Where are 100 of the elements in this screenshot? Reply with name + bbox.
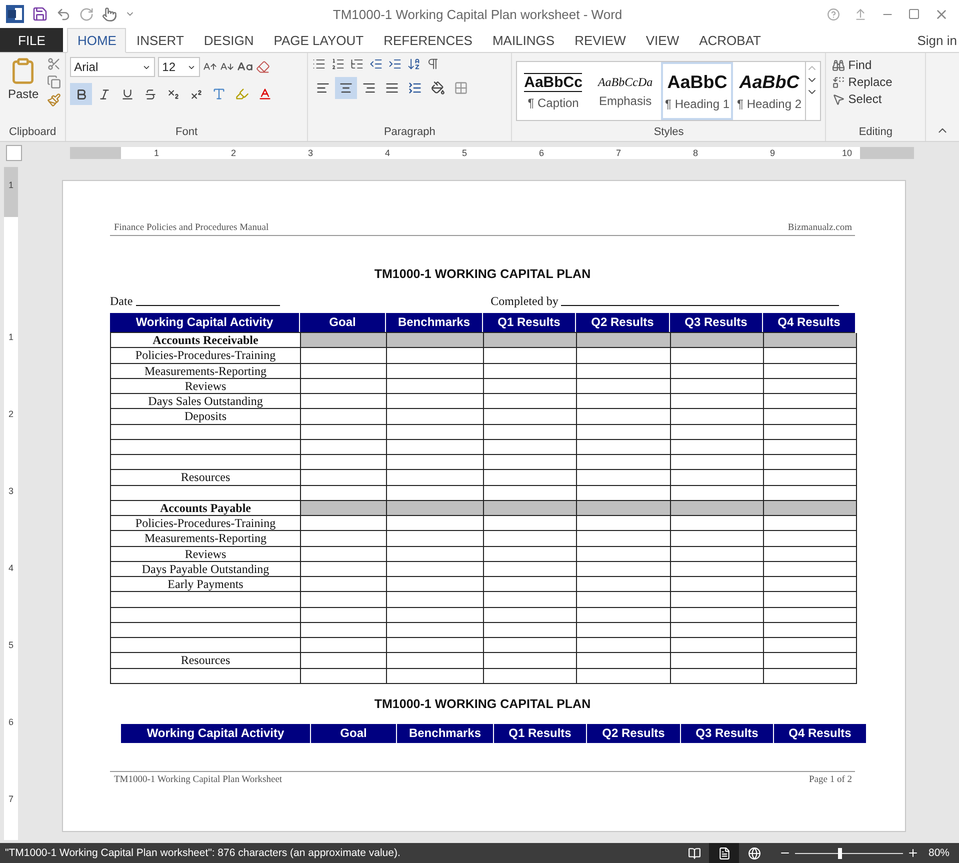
column-header: Q1 Results [483,313,576,332]
pointer-icon [832,92,846,106]
undo-icon[interactable] [56,6,71,22]
pilcrow-icon[interactable] [426,57,440,71]
text-effects-icon [212,87,226,101]
ribbon-tab[interactable]: HOME [67,28,126,53]
footer-text: Page 1 of 2 [808,775,852,785]
paste-button[interactable]: Paste [4,57,43,125]
bold-button[interactable] [70,83,92,105]
copy-icon[interactable] [46,75,61,89]
ribbon-tab[interactable]: INSERT [126,28,194,52]
column-header: Q4 Results [774,724,867,743]
bold-icon [74,88,88,100]
table-cell: Accounts Receivable [111,333,301,348]
sign-in-link[interactable]: Sign in [917,32,959,48]
zoom-level: 80% [927,847,950,859]
document-title: TM1000-1 WORKING CAPITAL PLAN [373,696,592,711]
align-center-icon [338,81,353,95]
line-spacing-icon [408,81,422,95]
globe-icon [748,846,760,860]
table-cell: Resources [111,653,301,668]
vertical-ruler: 1 1 2 3 4 5 6 7 [4,167,18,840]
touch-icon[interactable] [102,6,117,22]
maximize-icon[interactable] [908,8,920,20]
column-header: Goal [311,724,397,743]
align-left-icon [316,81,330,95]
table-cell: Deposits [111,409,301,424]
italic-icon [98,88,111,100]
borders-icon [454,81,468,95]
format-painter-icon[interactable] [46,93,61,107]
horizontal-ruler: 1 2 3 4 5 6 7 8 9 10 [70,147,914,159]
group-label: Editing [858,125,894,140]
table-cell: Reviews [111,546,301,562]
table-cell: Policies-Procedures-Training [111,348,301,364]
justify-icon [384,81,399,95]
strikethrough-icon [144,88,157,100]
zoom-in-icon[interactable] [907,847,919,859]
column-header: Working Capital Activity [121,724,311,743]
editing-button[interactable]: Replace [830,74,894,90]
column-header: Q3 Results [670,313,763,332]
table-cell: Accounts Payable [111,500,301,516]
book-icon [688,846,700,860]
footer-text: TM1000-1 Working Capital Plan Worksheet [114,775,282,785]
zoom-slider-thumb[interactable] [838,848,842,858]
paint-bucket-icon [430,81,445,95]
column-header: Goal [300,313,386,332]
ribbon-tab[interactable]: VIEW [636,28,690,52]
superscript-icon [190,88,203,100]
table-cell: Resources [111,470,301,486]
ribbon-tab[interactable]: ACROBAT [689,28,771,52]
column-header: Q2 Results [587,724,681,743]
ribbon-tab[interactable]: REFERENCES [374,28,482,52]
group-label: Clipboard [8,125,58,140]
ribbon-tab[interactable]: PAGE LAYOUT [264,28,374,52]
file-tab[interactable]: FILE [0,28,64,52]
page-icon [718,846,730,860]
column-header: Working Capital Activity [110,313,300,332]
replace-icon [832,76,846,88]
numbering-icon[interactable] [330,57,345,71]
column-header: Benchmarks [386,313,483,332]
ribbon-tab[interactable]: DESIGN [194,28,264,52]
group-label: Paragraph [382,125,436,140]
increase-indent-icon[interactable] [388,57,402,71]
ribbon-tab[interactable]: MAILINGS [482,28,565,52]
cut-icon[interactable] [46,57,61,71]
column-header: Benchmarks [397,724,494,743]
table-cell: Measurements-Reporting [111,531,301,546]
document-title: TM1000-1 WORKING CAPITAL PLAN [373,267,592,281]
group-label: Styles [652,125,685,140]
style-item[interactable]: AaBbC ¶ Heading 1 [661,62,734,120]
table-cell: Days Payable Outstanding [111,562,301,577]
editing-button[interactable]: Select [830,91,884,107]
date-label: Date [110,294,133,309]
binoculars-icon [832,58,846,72]
decrease-indent-icon[interactable] [368,57,383,71]
font-size-field[interactable]: 12 [158,57,200,77]
table-cell: Measurements-Reporting [111,364,301,379]
column-header: Q2 Results [576,313,670,332]
group-label: Font [174,125,199,140]
table-cell: Policies-Procedures-Training [111,516,301,532]
ribbon-tab[interactable]: REVIEW [564,28,636,52]
header-text: Bizmanualz.com [788,223,852,233]
clear-format-icon[interactable] [256,60,270,74]
font-name-field[interactable]: Arial [70,57,156,77]
align-center-button[interactable] [334,77,357,99]
editing-button[interactable]: Find [830,57,874,73]
align-right-icon [362,81,376,95]
view-button[interactable] [709,843,739,863]
save-icon[interactable] [32,6,48,22]
word-logo-icon[interactable] [6,5,24,23]
completed-by-label: Completed by [490,294,558,309]
multilevel-list-icon[interactable] [350,57,364,71]
table-cell: Days Sales Outstanding [111,394,301,410]
status-text: "TM1000-1 Working Capital Plan worksheet": 876 characters (an approximate value). [5,847,402,859]
header-text: Finance Policies and Procedures Manual [114,223,269,233]
subscript-icon [166,88,180,100]
highlighter-icon [235,87,250,101]
column-header: Q4 Results [763,313,856,332]
table-cell: Reviews [111,378,301,394]
sort-icon[interactable] [406,57,421,71]
